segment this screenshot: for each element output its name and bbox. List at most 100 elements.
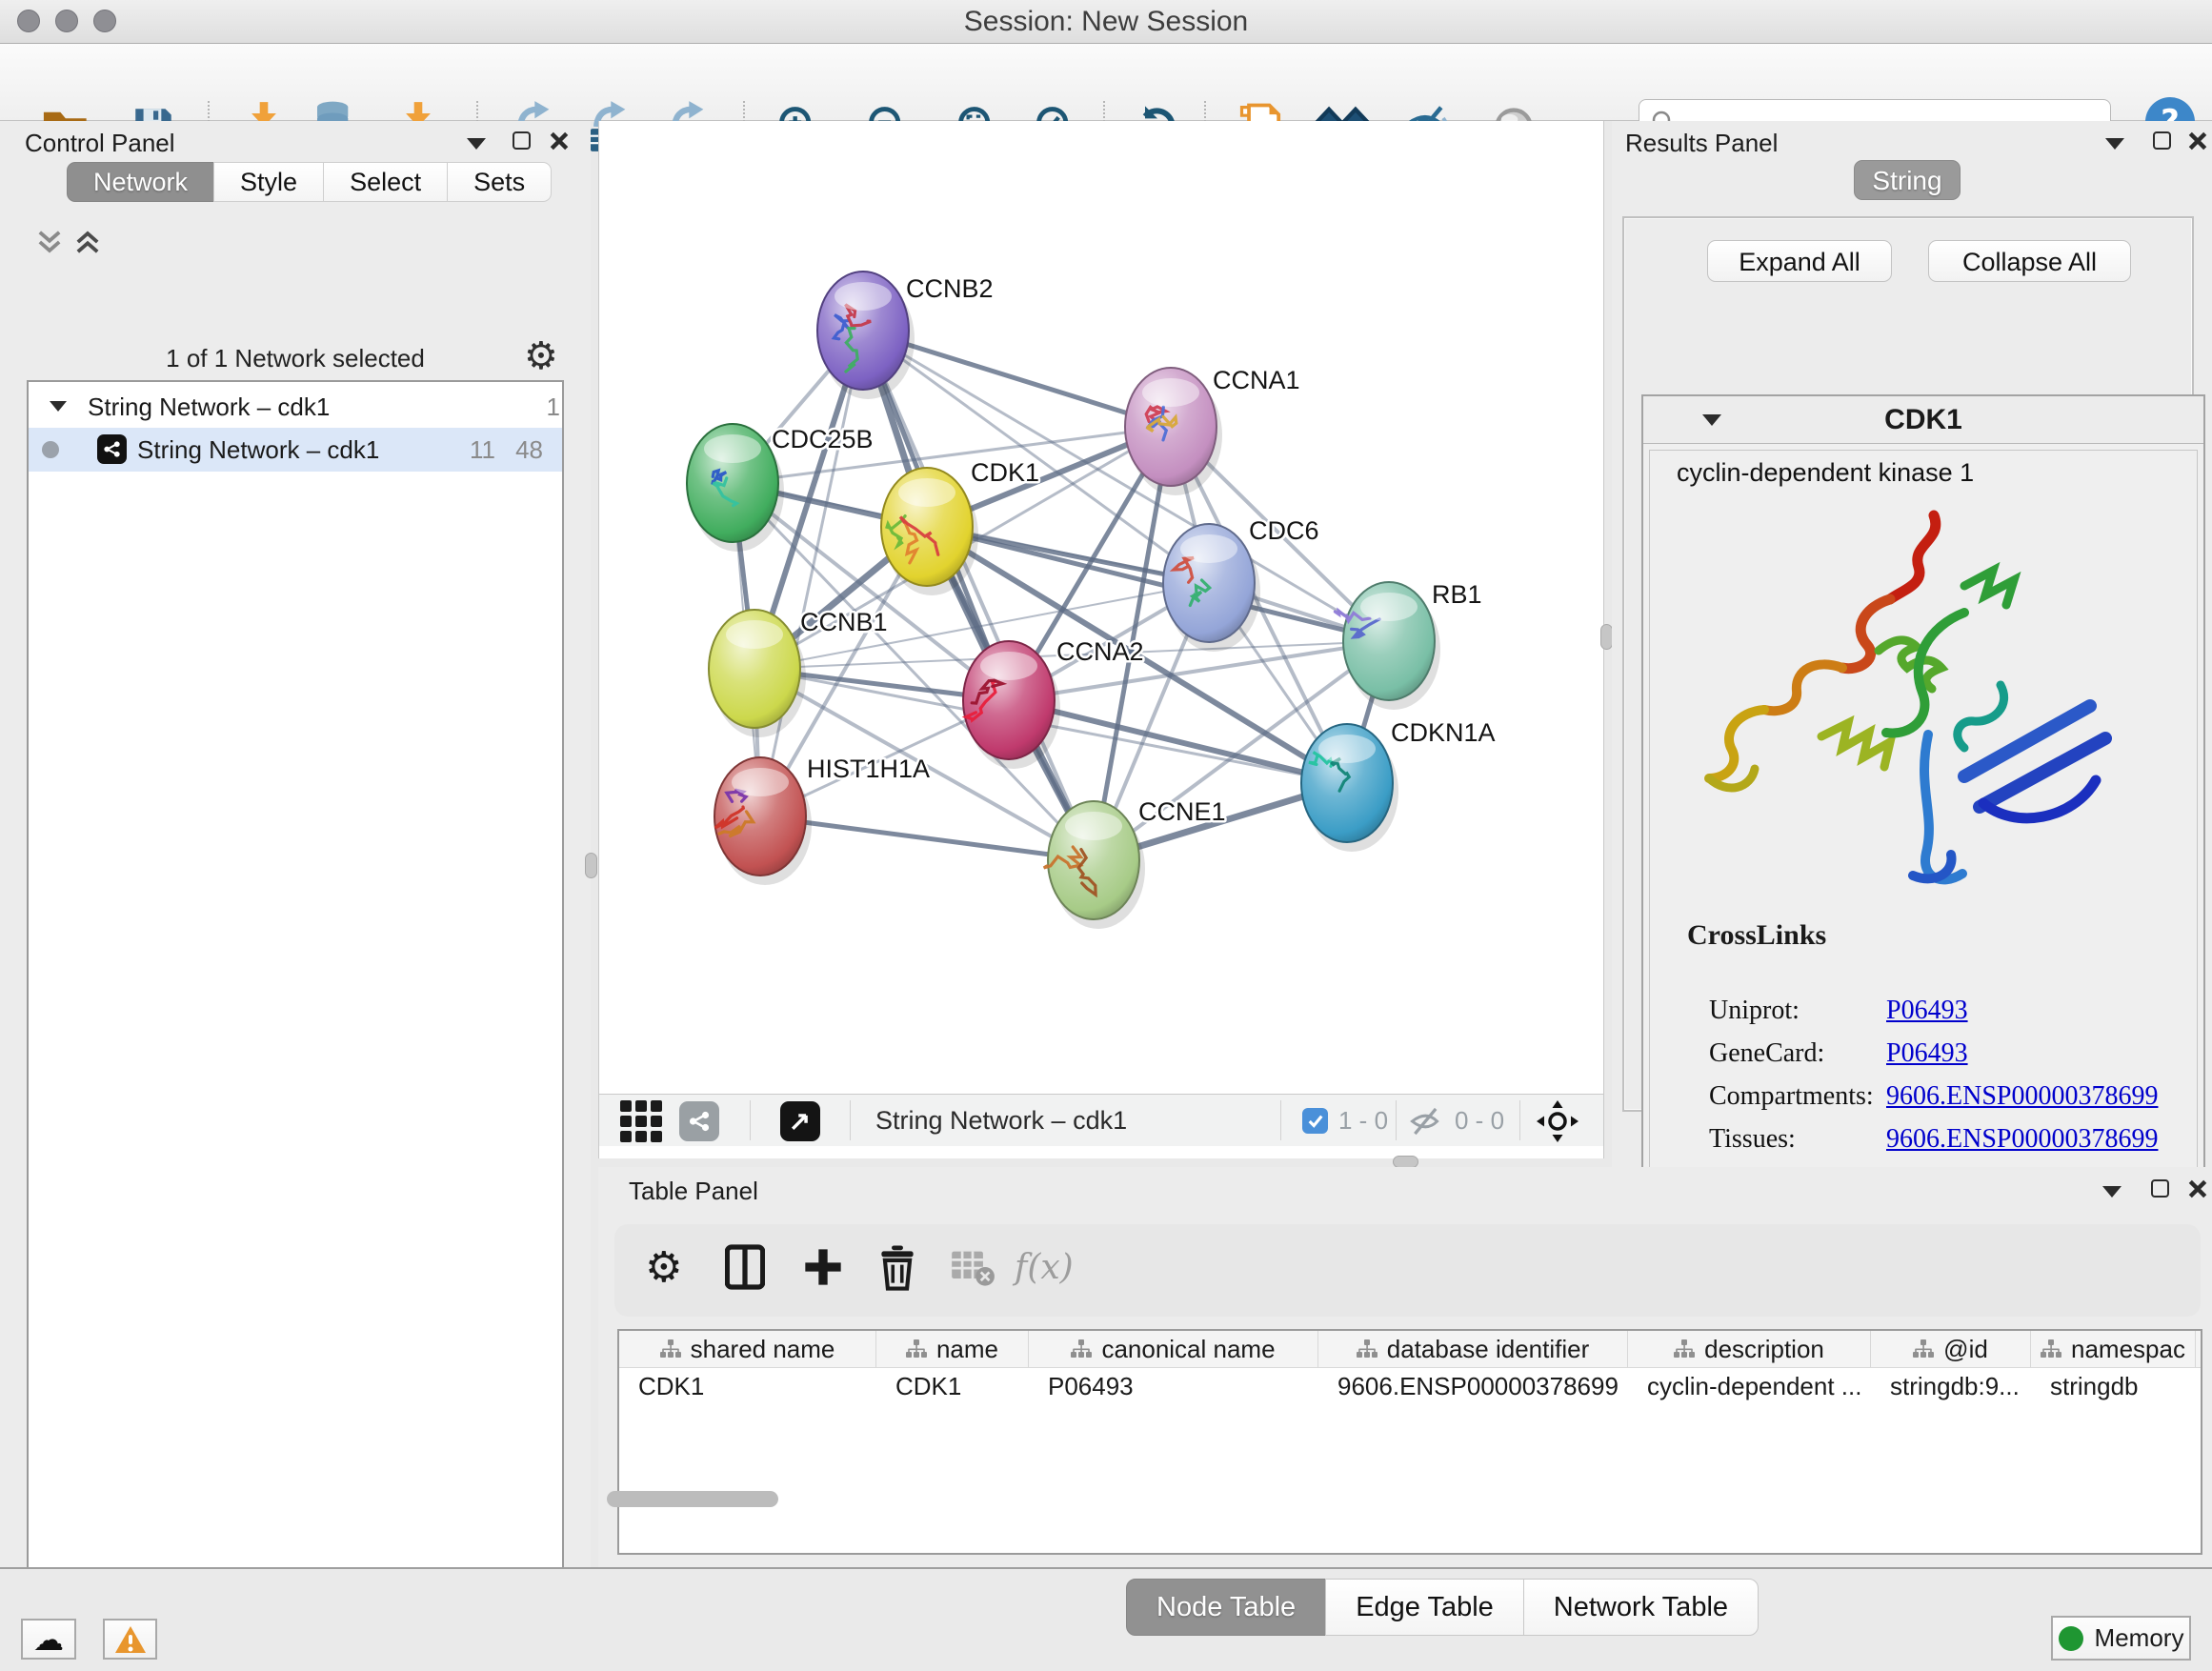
- column-header-label: description: [1704, 1335, 1824, 1364]
- node-label: CCNB1: [800, 608, 888, 636]
- node-card-body: cyclin-dependent kinase 1: [1649, 450, 2198, 1185]
- results-panel-title: Results Panel: [1625, 129, 1778, 158]
- panel-menu-icon[interactable]: [467, 138, 486, 150]
- crosslink-value-link[interactable]: 9606.ENSP00000378699: [1886, 1075, 2158, 1117]
- column-header--id[interactable]: @id: [1871, 1331, 2031, 1367]
- tab-edge-table[interactable]: Edge Table: [1325, 1579, 1524, 1636]
- network-node-ccnb1[interactable]: [709, 610, 806, 737]
- results-panel: Results Panel String Expand All Collapse…: [1612, 121, 2212, 1167]
- network-node-cdkn1a[interactable]: [1301, 724, 1398, 852]
- cloud-button[interactable]: ☁: [21, 1619, 76, 1660]
- pan-crosshair-icon[interactable]: [1537, 1100, 1579, 1142]
- main-toolbar: ?: [0, 44, 2212, 121]
- tab-style[interactable]: Style: [213, 162, 324, 202]
- crosslink-row: GeneCard: P06493: [1650, 1032, 2199, 1075]
- tab-node-table[interactable]: Node Table: [1126, 1579, 1326, 1636]
- table-cell[interactable]: stringdb:9...: [1871, 1368, 2031, 1404]
- collapse-all-button[interactable]: Collapse All: [1928, 240, 2131, 282]
- float-panel-icon[interactable]: [2151, 1179, 2169, 1198]
- toolbar-separator: [850, 1100, 851, 1140]
- table-tabs: Node TableEdge TableNetwork Table: [1126, 1579, 1758, 1636]
- table-cell[interactable]: stringdb: [2031, 1368, 2196, 1404]
- float-panel-icon[interactable]: [513, 131, 531, 150]
- crosslink-label: Compartments:: [1709, 1075, 1874, 1117]
- column-header-shared-name[interactable]: shared name: [619, 1331, 876, 1367]
- network-options-gear-icon[interactable]: ⚙: [524, 334, 558, 378]
- add-column-icon[interactable]: [803, 1243, 843, 1291]
- table-cell[interactable]: P06493: [1029, 1368, 1318, 1404]
- share-view-icon[interactable]: [679, 1101, 719, 1141]
- collection-expand-icon[interactable]: [50, 401, 67, 412]
- hierarchy-icon: [906, 1339, 927, 1359]
- network-node-hist1h1a[interactable]: [714, 757, 812, 885]
- close-panel-icon[interactable]: [549, 131, 570, 151]
- birdseye-view-icon[interactable]: [780, 1101, 820, 1141]
- network-node-cdk1[interactable]: [881, 468, 978, 595]
- horizontal-scrollbar-thumb[interactable]: [607, 1491, 778, 1507]
- tab-select[interactable]: Select: [323, 162, 448, 202]
- selected-checkbox-icon[interactable]: [1302, 1108, 1328, 1134]
- panel-menu-icon[interactable]: [2102, 1186, 2122, 1198]
- string-results-container: Expand All Collapse All CDK1 cyclin-depe…: [1622, 216, 2194, 1112]
- table-cell[interactable]: CDK1: [876, 1368, 1029, 1404]
- memory-status-dot-icon: [2059, 1626, 2083, 1651]
- control-panel-title: Control Panel: [25, 129, 175, 158]
- network-collection-row[interactable]: String Network – cdk1 1: [29, 385, 562, 429]
- column-header-namespac[interactable]: namespac: [2031, 1331, 2196, 1367]
- table-settings-gear-icon[interactable]: ⚙: [645, 1243, 682, 1291]
- table-cell[interactable]: CDK1: [619, 1368, 876, 1404]
- network-row-selected[interactable]: String Network – cdk1 11 48: [29, 428, 562, 472]
- expand-all-tree-icon[interactable]: [72, 229, 103, 255]
- network-node-count: 11: [457, 428, 495, 472]
- show-columns-icon[interactable]: [725, 1243, 765, 1291]
- network-view: CCNB2CCNA1CDC25BCDK1CDC6RB1CCNB1CCNA2CDK…: [598, 121, 1604, 1158]
- table-row[interactable]: CDK1CDK1P064939606.ENSP00000378699cyclin…: [619, 1368, 2201, 1404]
- grid-view-icon[interactable]: [619, 1100, 663, 1142]
- warnings-button[interactable]: [103, 1619, 157, 1660]
- tab-network[interactable]: Network: [67, 162, 214, 202]
- crosslink-value-link[interactable]: P06493: [1886, 989, 1968, 1032]
- column-header-label: namespac: [2071, 1335, 2185, 1364]
- column-header-database-identifier[interactable]: database identifier: [1318, 1331, 1628, 1367]
- panel-menu-icon[interactable]: [2105, 138, 2124, 150]
- table-cell[interactable]: cyclin-dependent ...: [1628, 1368, 1871, 1404]
- crosslink-value-link[interactable]: P06493: [1886, 1032, 1968, 1075]
- control-panel-tabs: NetworkStyleSelectSets: [67, 162, 551, 202]
- crosslink-value-link[interactable]: 9606.ENSP00000378699: [1886, 1117, 2158, 1160]
- crosslink-label: Uniprot:: [1709, 989, 1800, 1032]
- memory-label: Memory: [2095, 1623, 2184, 1653]
- crosslink-row: Compartments: 9606.ENSP00000378699: [1650, 1075, 2199, 1117]
- tab-network-table[interactable]: Network Table: [1523, 1579, 1759, 1636]
- node-table: shared name name canonical name database id…: [617, 1329, 2202, 1555]
- tab-sets[interactable]: Sets: [447, 162, 552, 202]
- network-node-ccne1[interactable]: [1044, 801, 1145, 929]
- memory-button[interactable]: Memory: [2051, 1616, 2191, 1661]
- collection-count: 1: [532, 385, 560, 429]
- column-header-label: canonical name: [1101, 1335, 1275, 1364]
- node-card-header[interactable]: CDK1: [1643, 396, 2203, 444]
- network-node-cdc6[interactable]: [1163, 524, 1260, 652]
- table-body: CDK1CDK1P064939606.ENSP00000378699cyclin…: [619, 1368, 2201, 1404]
- delete-column-trash-icon[interactable]: [879, 1243, 915, 1291]
- column-header-label: name: [936, 1335, 998, 1364]
- table-cell[interactable]: 9606.ENSP00000378699: [1318, 1368, 1628, 1404]
- expand-all-button[interactable]: Expand All: [1707, 240, 1892, 282]
- crosslink-label: GeneCard:: [1709, 1032, 1824, 1075]
- tab-string[interactable]: String: [1854, 160, 1961, 200]
- collapse-all-tree-icon[interactable]: [34, 229, 65, 255]
- network-canvas[interactable]: CCNB2CCNA1CDC25BCDK1CDC6RB1CCNB1CCNA2CDK…: [599, 121, 1603, 1094]
- network-node-cdc25b[interactable]: [687, 424, 784, 552]
- protein-structure-image: [1679, 498, 2169, 908]
- vertical-splitter-handle[interactable]: [585, 853, 597, 878]
- close-panel-icon[interactable]: [2187, 131, 2208, 151]
- node-label: CDKN1A: [1391, 718, 1496, 747]
- close-panel-icon[interactable]: [2187, 1178, 2208, 1199]
- network-node-ccna2[interactable]: [963, 641, 1060, 769]
- node-label: CDC6: [1249, 516, 1319, 545]
- float-panel-icon[interactable]: [2153, 131, 2171, 150]
- column-header-canonical-name[interactable]: canonical name: [1029, 1331, 1318, 1367]
- network-node-ccnb2[interactable]: [817, 272, 915, 399]
- column-header-name[interactable]: name: [876, 1331, 1029, 1367]
- column-header-description[interactable]: description: [1628, 1331, 1871, 1367]
- node-label: CDK1: [971, 458, 1039, 487]
